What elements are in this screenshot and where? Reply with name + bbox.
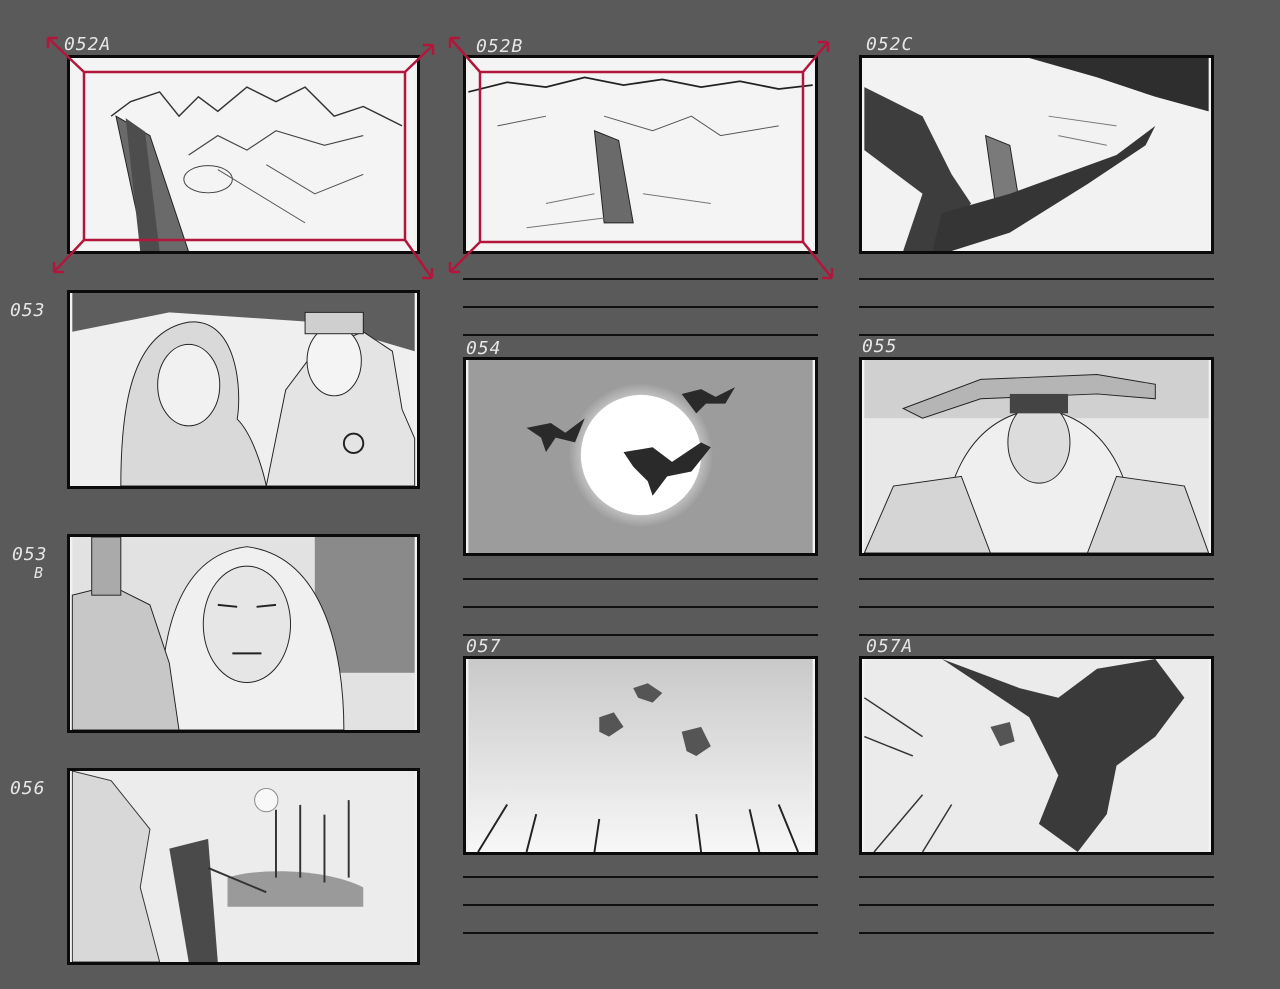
panel-label-055: 055: [862, 336, 898, 357]
storyboard-panel-053b[interactable]: [67, 534, 420, 733]
panel-label-057: 057: [466, 636, 502, 657]
panel-label-052b: 052B: [476, 36, 524, 57]
panel-sketch-052a: [72, 58, 415, 251]
notes-lines-055: [859, 578, 1214, 638]
panel-sketch-056: [71, 771, 415, 962]
panel-sketch-053b: [71, 537, 415, 730]
storyboard-panel-057[interactable]: [463, 656, 818, 855]
notes-lines-054: [463, 578, 818, 638]
panel-label-052a: 052A: [64, 34, 112, 55]
storyboard-panel-052c[interactable]: [859, 55, 1214, 254]
storyboard-panel-054[interactable]: [463, 357, 818, 556]
notes-lines-052b: [463, 278, 818, 338]
panel-label-054: 054: [466, 338, 502, 359]
panel-sketch-052b: [468, 58, 813, 251]
panel-sketch-057a: [863, 659, 1209, 852]
panel-sketch-057: [468, 659, 813, 852]
storyboard-panel-057a[interactable]: [859, 656, 1214, 855]
storyboard-panel-056[interactable]: [67, 768, 420, 965]
panel-label-056: 056: [10, 778, 46, 799]
notes-lines-052c: [859, 278, 1214, 338]
panel-label-057a: 057A: [866, 636, 914, 657]
panel-sketch-054: [468, 360, 813, 553]
panel-label-053b: 053: [12, 544, 48, 565]
panel-sketch-055: [863, 360, 1210, 553]
storyboard-panel-052a[interactable]: [67, 55, 420, 254]
storyboard-panel-052b[interactable]: [463, 55, 818, 254]
notes-lines-057: [463, 876, 818, 936]
panel-label-053b-suffix: B: [34, 564, 45, 582]
storyboard-panel-053[interactable]: [67, 290, 420, 489]
panel-sketch-053: [72, 293, 416, 486]
notes-lines-057a: [859, 876, 1214, 936]
panel-label-053: 053: [10, 300, 46, 321]
storyboard-panel-055[interactable]: [859, 357, 1214, 556]
panel-sketch-052c: [864, 58, 1209, 251]
panel-label-052c: 052C: [866, 34, 914, 55]
